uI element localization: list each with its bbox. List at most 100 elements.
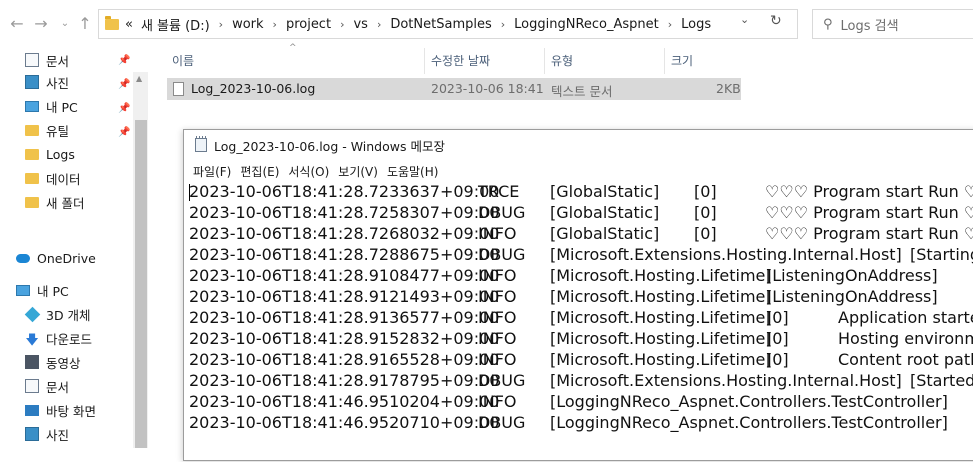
sort-ascending-icon: ^ bbox=[289, 43, 297, 53]
log-category: [Microsoft.Hosting.Lifetime] bbox=[550, 329, 772, 348]
sidebar-item-this-pc[interactable]: 내 PC bbox=[25, 95, 78, 117]
document-icon bbox=[25, 53, 39, 67]
navigation-pane: 문서 📌 사진 📌 내 PC 📌 유틸 📌 Logs 데이터 새 폴더 OneD… bbox=[0, 48, 148, 448]
breadcrumb-separator-icon[interactable]: › bbox=[340, 18, 344, 31]
breadcrumb-drive[interactable]: 새 볼륨 (D:) bbox=[141, 15, 210, 34]
breadcrumb-vs[interactable]: vs bbox=[353, 17, 367, 32]
sidebar-item-desktop[interactable]: 바탕 화면 bbox=[25, 399, 96, 421]
sidebar-item-label: 바탕 화면 bbox=[46, 403, 96, 419]
menu-help[interactable]: 도움말(H) bbox=[387, 163, 439, 180]
sidebar-scrollbar-thumb[interactable] bbox=[135, 120, 147, 448]
path-box[interactable]: « 새 볼륨 (D:) › work › project › vs › DotN… bbox=[98, 9, 798, 39]
log-event-id: [0] bbox=[694, 203, 717, 222]
column-header-modified[interactable]: 수정한 날짜 bbox=[431, 52, 490, 70]
column-divider[interactable] bbox=[544, 48, 545, 74]
log-level: INFO bbox=[478, 266, 517, 285]
log-level: DBUG bbox=[478, 245, 526, 264]
up-arrow-icon[interactable]: ↑ bbox=[74, 12, 96, 36]
breadcrumb-project-folder[interactable]: LoggingNReco_Aspnet bbox=[514, 17, 659, 32]
log-category: [Microsoft.Extensions.Hosting.Internal.H… bbox=[550, 245, 902, 264]
breadcrumb-separator-icon[interactable]: › bbox=[668, 18, 672, 31]
sidebar-item-util[interactable]: 유틸 bbox=[25, 119, 69, 141]
folder-icon bbox=[105, 15, 119, 30]
file-size: 2KB bbox=[716, 81, 741, 96]
sidebar-item-label: 사진 bbox=[46, 75, 70, 91]
log-category: [LoggingNReco_Aspnet.Controllers.TestCon… bbox=[550, 413, 948, 432]
sidebar-item-label: 데이터 bbox=[46, 171, 81, 187]
breadcrumb-separator-icon[interactable]: › bbox=[219, 18, 223, 31]
sidebar-item-label: Logs bbox=[46, 146, 75, 162]
log-timestamp: 2023-10-06T18:41:28.7233637+09:00 bbox=[189, 182, 500, 201]
breadcrumb-dotnetsamples[interactable]: DotNetSamples bbox=[390, 17, 491, 32]
refresh-icon[interactable]: ↻ bbox=[770, 13, 782, 29]
column-divider[interactable] bbox=[424, 48, 425, 74]
back-arrow-icon[interactable]: ← bbox=[6, 12, 28, 36]
scroll-up-arrow-icon[interactable]: ▲ bbox=[136, 74, 142, 83]
log-timestamp: 2023-10-06T18:41:28.9108477+09:00 bbox=[189, 266, 500, 285]
forward-arrow-icon[interactable]: → bbox=[30, 12, 52, 36]
menu-format[interactable]: 서식(O) bbox=[288, 163, 329, 180]
path-overflow-chevron[interactable]: « bbox=[125, 17, 133, 32]
recent-locations-chevron-icon[interactable]: ⌄ bbox=[54, 12, 76, 36]
breadcrumb-project[interactable]: project bbox=[286, 17, 331, 32]
log-timestamp: 2023-10-06T18:41:28.9165528+09:00 bbox=[189, 350, 500, 369]
breadcrumb-logs[interactable]: Logs bbox=[681, 17, 711, 32]
sidebar-item-logs[interactable]: Logs bbox=[25, 143, 75, 165]
search-placeholder: Logs 검색 bbox=[840, 18, 899, 34]
sidebar-item-label: 유틸 bbox=[46, 123, 70, 139]
sidebar-item-label: 문서 bbox=[46, 53, 70, 69]
log-message: [Started] bbox=[910, 371, 973, 390]
file-name: Log_2023-10-06.log bbox=[191, 81, 316, 96]
menu-bar: 파일(F) 편집(E) 서식(O) 보기(V) 도움말(H) bbox=[184, 160, 973, 182]
breadcrumb-separator-icon[interactable]: › bbox=[273, 18, 277, 31]
log-line: 2023-10-06T18:41:28.7268032+09:00 INFO [Gl… bbox=[189, 224, 973, 245]
log-timestamp: 2023-10-06T18:41:28.9152832+09:00 bbox=[189, 329, 500, 348]
log-message: ♡♡♡ Program start Run ♡ bbox=[765, 224, 973, 243]
menu-edit[interactable]: 편집(E) bbox=[240, 163, 279, 180]
sidebar-item-videos[interactable]: 동영상 bbox=[25, 351, 81, 373]
log-line: 2023-10-06T18:41:28.9108477+09:00 INFO [Mi… bbox=[189, 266, 973, 287]
column-header-name[interactable]: 이름 bbox=[172, 52, 194, 70]
sidebar-item-this-pc-root[interactable]: 내 PC bbox=[16, 279, 69, 301]
log-timestamp: 2023-10-06T18:41:28.7288675+09:00 bbox=[189, 245, 500, 264]
column-header-size[interactable]: 크기 bbox=[671, 52, 693, 70]
sidebar-item-label: 새 폴더 bbox=[46, 195, 85, 211]
column-divider[interactable] bbox=[664, 48, 665, 74]
pc-icon bbox=[16, 284, 30, 296]
log-category: [Microsoft.Hosting.Lifetime] bbox=[550, 266, 772, 285]
address-bar: ← → ⌄ ↑ « 새 볼륨 (D:) › work › project › v… bbox=[0, 0, 973, 48]
folder-icon bbox=[25, 148, 39, 160]
path-history-chevron-icon[interactable]: ⌄ bbox=[740, 13, 749, 26]
breadcrumb-work[interactable]: work bbox=[232, 17, 263, 32]
menu-view[interactable]: 보기(V) bbox=[338, 163, 378, 180]
breadcrumb-separator-icon[interactable]: › bbox=[377, 18, 381, 31]
log-event-id: [0] bbox=[766, 329, 789, 348]
sidebar-item-3d-objects[interactable]: 3D 개체 bbox=[24, 303, 91, 325]
sidebar-item-pictures[interactable]: 사진 bbox=[25, 71, 69, 93]
sidebar-item-downloads[interactable]: 🡇 다운로드 bbox=[25, 327, 92, 349]
sidebar-item-onedrive[interactable]: OneDrive bbox=[16, 247, 96, 269]
notepad-icon bbox=[195, 136, 207, 152]
log-line: 2023-10-06T18:41:28.7258307+09:00 DBUG [Gl… bbox=[189, 203, 973, 224]
pictures-icon bbox=[25, 75, 39, 89]
sidebar-item-new-folder[interactable]: 새 폴더 bbox=[25, 191, 84, 213]
sidebar-item-documents-pc[interactable]: 문서 bbox=[25, 375, 69, 397]
log-event-id: [0] bbox=[694, 182, 717, 201]
log-message: Application started bbox=[838, 308, 973, 327]
breadcrumb-separator-icon[interactable]: › bbox=[501, 18, 505, 31]
folder-icon bbox=[25, 124, 39, 136]
search-input[interactable]: ⚲ Logs 검색 bbox=[812, 9, 973, 39]
pin-icon: 📌 bbox=[118, 55, 131, 66]
sidebar-item-data[interactable]: 데이터 bbox=[25, 167, 81, 189]
menu-file[interactable]: 파일(F) bbox=[193, 163, 231, 180]
sidebar-item-label: 3D 개체 bbox=[46, 307, 91, 323]
sidebar-item-label: 내 PC bbox=[46, 99, 78, 115]
sidebar-item-documents[interactable]: 문서 bbox=[25, 49, 69, 71]
text-editor-area[interactable]: 2023-10-06T18:41:28.7233637+09:00 TRCE [Gl… bbox=[189, 182, 973, 462]
sidebar-item-pictures-pc[interactable]: 사진 bbox=[25, 423, 69, 445]
file-row[interactable]: Log_2023-10-06.log 2023-10-06 18:41 텍스트 … bbox=[167, 78, 741, 100]
notepad-title-bar[interactable]: Log_2023-10-06.log - Windows 메모장 bbox=[184, 130, 973, 160]
log-level: INFO bbox=[478, 329, 517, 348]
column-header-type[interactable]: 유형 bbox=[551, 52, 573, 70]
file-modified: 2023-10-06 18:41 bbox=[431, 81, 544, 96]
